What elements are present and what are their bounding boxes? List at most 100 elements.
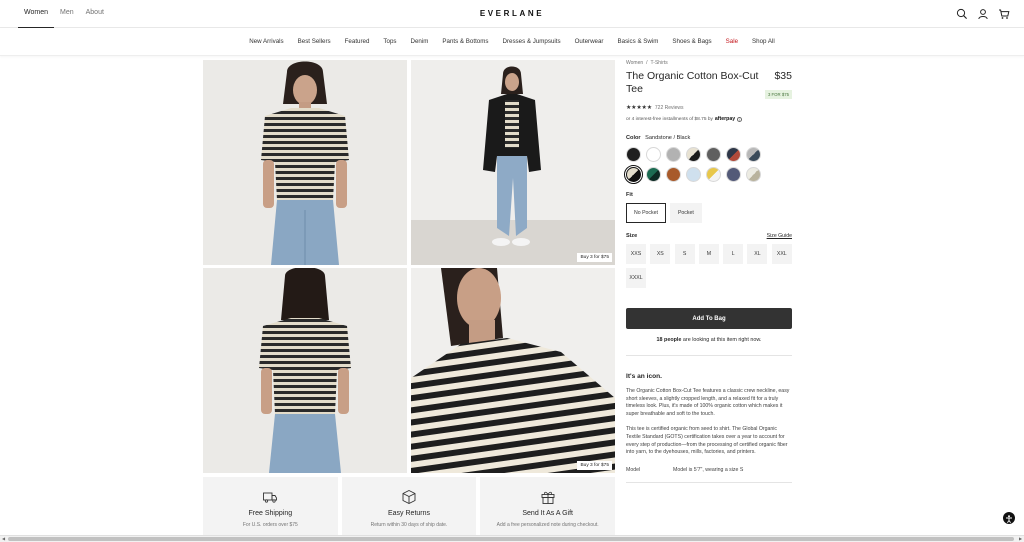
color-swatch[interactable] [646, 147, 661, 162]
fit-no-pocket-button[interactable]: No Pocket [626, 203, 666, 223]
nav-pants-bottoms[interactable]: Pants & Bottoms [442, 38, 488, 45]
color-swatch[interactable] [686, 147, 701, 162]
description-heading: It's an icon. [626, 373, 663, 380]
viewers-count: 18 people [656, 337, 682, 343]
description-paragraph: The Organic Cotton Box-Cut Tee features … [626, 388, 790, 417]
product-photo-closeup[interactable]: Buy 3 for $75 [411, 268, 615, 473]
reviews-link[interactable]: 722 Reviews [655, 105, 684, 111]
promo-tag: Buy 3 for $75 [577, 461, 612, 470]
title-row: The Organic Cotton Box-Cut Tee $35 3 FOR… [626, 70, 792, 101]
nav-tops[interactable]: Tops [383, 38, 396, 45]
horizontal-scrollbar[interactable]: ◀ ▶ [0, 535, 1024, 542]
feature-easy-returns: Easy Returns Return within 30 days of sh… [341, 477, 477, 537]
color-swatch[interactable] [666, 147, 681, 162]
product-panel: Women / T-Shirts The Organic Cotton Box-… [624, 60, 792, 483]
scroll-left-icon[interactable]: ◀ [0, 536, 7, 542]
nav-shop-all[interactable]: Shop All [752, 38, 775, 45]
viewers-text: are looking at this item right now. [682, 337, 762, 343]
afterpay-text: or 4 interest-free installments of $8.75… [626, 116, 713, 122]
product-title: The Organic Cotton Box-Cut Tee [626, 70, 759, 95]
feature-title: Easy Returns [387, 510, 431, 517]
color-swatch[interactable] [706, 167, 721, 182]
color-swatch[interactable] [646, 167, 661, 182]
afterpay-row: or 4 interest-free installments of $8.75… [626, 116, 792, 122]
accessibility-button[interactable] [1003, 512, 1015, 524]
feature-subtitle: Return within 30 days of ship date. [370, 522, 448, 528]
size-s-button[interactable]: S [674, 244, 695, 264]
color-swatch[interactable] [706, 147, 721, 162]
certification-paragraph: This tee is certified organic from seed … [626, 426, 788, 456]
color-swatch[interactable] [666, 167, 681, 182]
nav-denim[interactable]: Denim [411, 38, 429, 45]
feature-subtitle: Add a free personalized note during chec… [496, 522, 599, 528]
nav-shoes-bags[interactable]: Shoes & Bags [672, 38, 711, 45]
color-swatch[interactable] [726, 147, 741, 162]
size-xs-button[interactable]: XS [650, 244, 671, 264]
fit-pocket-button[interactable]: Pocket [669, 203, 702, 223]
nav-dresses-jumpsuits[interactable]: Dresses & Jumpsuits [502, 38, 560, 45]
model-full-body-illustration [411, 66, 615, 265]
nav-best-sellers[interactable]: Best Sellers [298, 38, 331, 45]
model-back-illustration [259, 268, 351, 473]
scrollbar-thumb[interactable] [8, 537, 1014, 541]
model-label: Model [626, 466, 641, 473]
feature-subtitle: For U.S. orders over $75 [242, 522, 298, 528]
color-label: Color [626, 135, 641, 141]
breadcrumb: Women / T-Shirts [626, 60, 792, 66]
viewers-notice: 18 people are looking at this item right… [626, 337, 792, 343]
size-xxxl-button[interactable]: XXXL [626, 268, 646, 288]
scroll-right-icon[interactable]: ▶ [1017, 536, 1024, 542]
nav-new-arrivals[interactable]: New Arrivals [249, 38, 283, 45]
rating-row: ★★★★★ 722 Reviews [626, 104, 792, 112]
truck-icon [263, 492, 278, 503]
nav-basics-swim[interactable]: Basics & Swim [618, 38, 659, 45]
size-l-button[interactable]: L [723, 244, 744, 264]
category-nav: New Arrivals Best Sellers Featured Tops … [0, 28, 1024, 56]
top-bar: Women Men About EVERLANE [0, 0, 1024, 28]
star-rating-icon: ★★★★★ [626, 105, 652, 111]
color-swatch[interactable] [726, 167, 741, 182]
nav-sale[interactable]: Sale [726, 38, 738, 45]
model-info-row: Model Model is 5'7", wearing a size S [626, 467, 792, 473]
color-swatch[interactable] [626, 147, 641, 162]
fit-options: No Pocket Pocket [626, 203, 792, 223]
size-label-row: Size Size Guide [626, 233, 792, 239]
size-xxs-button[interactable]: XXS [626, 244, 646, 264]
accessibility-icon [1006, 515, 1012, 524]
account-icon[interactable] [977, 8, 989, 20]
box-icon [402, 489, 416, 505]
size-label: Size [626, 233, 638, 239]
breadcrumb-women[interactable]: Women [626, 60, 643, 66]
color-swatch[interactable] [624, 165, 643, 184]
size-xl-button[interactable]: XL [747, 244, 768, 264]
product-photo-back[interactable] [203, 268, 407, 473]
feature-gift: Send It As A Gift Add a free personalize… [480, 477, 616, 537]
promo-tag: Buy 3 for $75 [577, 253, 612, 262]
size-options: XXS XS S M L XL XXL XXXL [626, 244, 792, 288]
nav-featured[interactable]: Featured [345, 38, 370, 45]
model-value: Model is 5'7", wearing a size S [673, 466, 744, 473]
gift-icon [541, 491, 555, 504]
cart-icon[interactable] [998, 8, 1010, 20]
model-front-illustration [261, 61, 349, 265]
size-guide-link[interactable]: Size Guide [767, 233, 792, 239]
size-xxl-button[interactable]: XXL [771, 244, 792, 264]
breadcrumb-tshirts[interactable]: T-Shirts [651, 60, 668, 66]
search-icon[interactable] [956, 8, 968, 20]
color-swatch[interactable] [746, 147, 761, 162]
size-m-button[interactable]: M [698, 244, 719, 264]
model-closeup-illustration [411, 268, 615, 473]
product-photo-front[interactable] [203, 60, 407, 265]
everlane-logo[interactable]: EVERLANE [0, 9, 1024, 18]
nav-outerwear[interactable]: Outerwear [575, 38, 604, 45]
info-icon[interactable]: i [737, 116, 743, 122]
product-price: $35 [774, 70, 792, 82]
afterpay-logo[interactable]: afterpay [715, 116, 735, 122]
color-swatch[interactable] [686, 167, 701, 182]
feature-boxes: Free Shipping For U.S. orders over $75 E… [203, 477, 616, 537]
add-to-bag-button[interactable]: Add To Bag [626, 308, 792, 329]
deal-badge: 3 FOR $75 [764, 90, 792, 99]
product-photo-full-body[interactable]: Buy 3 for $75 [411, 60, 615, 265]
color-swatch[interactable] [746, 167, 761, 182]
divider [626, 481, 792, 483]
